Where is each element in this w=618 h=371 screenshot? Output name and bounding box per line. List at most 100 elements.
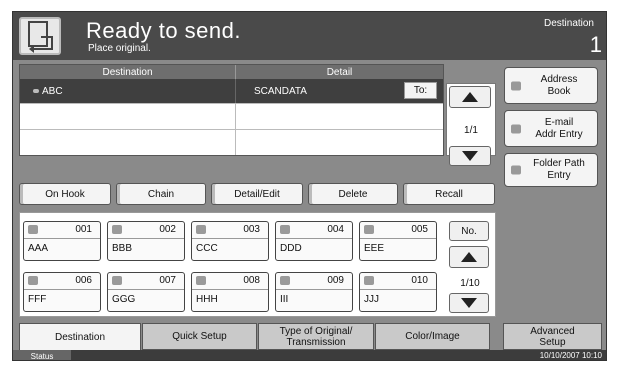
email-icon (196, 225, 206, 234)
address-book-icon (511, 81, 521, 90)
email-icon (112, 225, 122, 234)
folder-icon (364, 276, 374, 285)
key-divider (276, 238, 352, 239)
key-number: 004 (327, 224, 344, 235)
key-divider (24, 238, 100, 239)
key-number: 006 (75, 275, 92, 286)
key-name: DDD (280, 243, 302, 254)
address-book-label: Address Book (540, 73, 578, 97)
folder-icon (28, 276, 38, 285)
arrow-up-icon (462, 92, 478, 102)
tab-quick-setup[interactable]: Quick Setup (142, 323, 257, 350)
status-subtitle: Place original. (88, 43, 151, 54)
detail-cell (236, 130, 443, 155)
column-header-detail: Detail (326, 66, 353, 78)
key-number: 001 (75, 224, 92, 235)
email-icon (280, 225, 290, 234)
detail-edit-button[interactable]: Detail/Edit (211, 183, 303, 205)
tab-type-of-original[interactable]: Type of Original/ Transmission (258, 323, 374, 350)
scroll-up-button[interactable] (449, 86, 491, 108)
number-search-button[interactable]: No. (449, 221, 489, 241)
key-divider (360, 289, 436, 290)
key-name: FFF (28, 294, 47, 305)
status-title: Ready to send. (86, 18, 241, 43)
key-number: 008 (243, 275, 260, 286)
arrow-down-icon (461, 298, 477, 308)
tab-color-image[interactable]: Color/Image (375, 323, 490, 350)
keys-scroll-up-button[interactable] (449, 246, 489, 268)
one-touch-key[interactable]: 001 AAA (23, 221, 101, 261)
one-touch-key[interactable]: 002 BBB (107, 221, 185, 261)
key-name: III (280, 294, 289, 305)
one-touch-key[interactable]: 009 III (275, 272, 353, 312)
folder-icon (511, 165, 521, 175)
key-name: HHH (196, 294, 218, 305)
email-entry-button[interactable]: E-mail Addr Entry (504, 110, 598, 147)
one-touch-key[interactable]: 010 JJJ (359, 272, 437, 312)
key-divider (192, 289, 268, 290)
email-icon (511, 124, 521, 133)
page-indicator: 1/1 (464, 125, 478, 136)
send-icon (19, 17, 61, 55)
detail-cell (236, 104, 443, 129)
folder-path-entry-button[interactable]: Folder Path Entry (504, 153, 598, 187)
email-icon (364, 225, 374, 234)
key-number: 005 (411, 224, 428, 235)
key-number: 009 (327, 275, 344, 286)
tab-advanced-setup[interactable]: Advanced Setup (503, 323, 602, 350)
key-number: 002 (159, 224, 176, 235)
key-name: JJJ (364, 294, 379, 305)
one-touch-key[interactable]: 005 EEE (359, 221, 437, 261)
arrow-up-icon (461, 252, 477, 262)
to-button[interactable]: To: (404, 82, 437, 99)
table-row[interactable] (20, 103, 443, 129)
table-header: Destination Detail (20, 65, 443, 79)
key-divider (24, 289, 100, 290)
folder-path-entry-label: Folder Path Entry (533, 158, 585, 181)
destination-cell: ABC (20, 79, 236, 103)
function-tabs: Destination Quick Setup Type of Original… (19, 323, 602, 350)
column-header-destination: Destination (20, 65, 236, 79)
key-number: 003 (243, 224, 260, 235)
on-hook-button[interactable]: On Hook (19, 183, 111, 205)
folder-icon (280, 276, 290, 285)
key-name: CCC (196, 243, 218, 254)
recall-button[interactable]: Recall (403, 183, 495, 205)
key-divider (360, 238, 436, 239)
keys-scroll-down-button[interactable] (449, 293, 489, 313)
key-name: GGG (112, 294, 136, 305)
folder-icon (196, 276, 206, 285)
address-book-button[interactable]: Address Book (504, 67, 598, 104)
status-button[interactable]: Status (13, 350, 71, 360)
key-divider (276, 289, 352, 290)
key-divider (108, 238, 184, 239)
email-icon (33, 89, 39, 93)
key-name: BBB (112, 243, 133, 254)
tab-destination[interactable]: Destination (19, 323, 141, 350)
one-touch-key[interactable]: 004 DDD (275, 221, 353, 261)
email-icon (28, 225, 38, 234)
key-name: AAA (28, 243, 49, 254)
chain-button[interactable]: Chain (116, 183, 206, 205)
destination-count-label: Destination (543, 18, 594, 29)
one-touch-key[interactable]: 006 FFF (23, 272, 101, 312)
delete-button[interactable]: Delete (308, 183, 398, 205)
arrow-down-icon (462, 151, 478, 161)
destination-table: Destination Detail ABC SCANDATA To: (19, 64, 444, 156)
email-entry-label: E-mail Addr Entry (535, 116, 583, 140)
table-row[interactable] (20, 129, 443, 155)
key-divider (108, 289, 184, 290)
key-number: 007 (159, 275, 176, 286)
scroll-down-button[interactable] (449, 146, 491, 166)
header-bar: Ready to send. Place original. Destinati… (13, 12, 606, 60)
table-row[interactable]: ABC SCANDATA To: (20, 79, 443, 103)
destination-cell (20, 130, 236, 155)
folder-icon (112, 276, 122, 285)
one-touch-key[interactable]: 003 CCC (191, 221, 269, 261)
one-touch-key[interactable]: 007 GGG (107, 272, 185, 312)
key-number: 010 (411, 275, 428, 286)
one-touch-key[interactable]: 008 HHH (191, 272, 269, 312)
send-screen: Ready to send. Place original. Destinati… (12, 11, 607, 361)
date-time: 10/10/2007 10:10 (539, 351, 602, 360)
status-bar: Status 10/10/2007 10:10 (13, 350, 606, 360)
